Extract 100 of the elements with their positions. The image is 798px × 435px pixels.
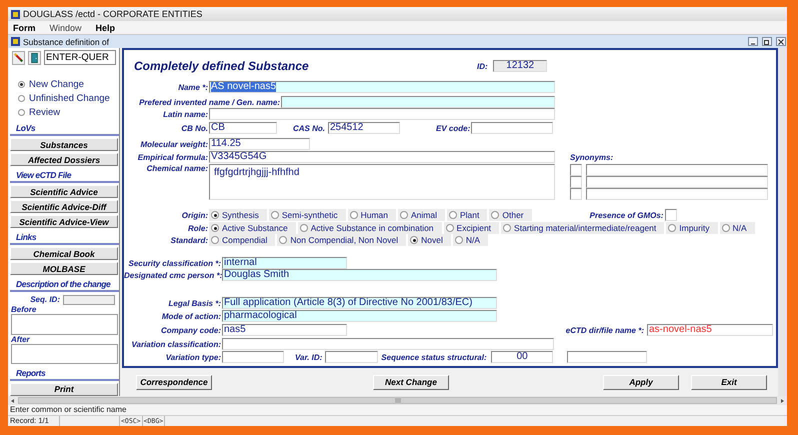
input-field[interactable]: CB [209,122,277,134]
close-icon[interactable] [776,37,786,46]
radio-button[interactable] [18,81,25,88]
option-label[interactable]: Human [360,210,388,220]
option-label[interactable]: Plant [460,210,480,220]
input-field[interactable]: pharmacological [222,310,497,322]
input-field[interactable]: 254512 [328,122,400,134]
radio-button[interactable] [722,224,730,232]
option-label[interactable]: N/A [466,235,480,245]
radio-button[interactable] [300,224,308,232]
form-button[interactable]: Next Change [373,374,449,390]
input-field[interactable] [222,338,554,350]
sidebar-button[interactable]: Scientific Advice-View [10,215,118,228]
field-label: Before [10,305,38,314]
horizontal-scrollbar[interactable] [8,396,787,405]
field-label: Legal Basis *: [168,298,222,308]
menu-item[interactable]: Form [13,22,36,32]
input-field[interactable]: V3345G54G [209,151,555,163]
section-heading: View eCTD File [10,170,119,184]
radio-button[interactable] [491,211,500,219]
option-label[interactable]: New Change [29,79,84,90]
window-title: DOUGLASS /ectd - CORPORATE ENTITIES [23,9,202,19]
input-field[interactable]: 114.25 [209,138,310,150]
input-field[interactable] [586,176,768,188]
radio-button[interactable] [270,211,279,219]
input-field[interactable] [209,108,555,120]
sidebar-button[interactable]: Print [10,382,118,396]
radio-button[interactable] [454,236,463,244]
radio-button[interactable] [211,211,219,219]
input-field[interactable] [281,96,555,108]
radio-button[interactable] [18,109,25,116]
field-label: Variation type: [164,352,222,362]
radio-button[interactable] [400,211,408,219]
option-label[interactable]: Other [502,210,524,220]
input-field[interactable]: 00 [490,351,553,363]
option-label[interactable]: Starting material/intermediate/reagent [514,223,656,233]
input-field[interactable] [586,164,768,176]
menu-item[interactable]: Help [96,22,116,32]
input-field[interactable]: AS novel-nas5 [209,81,555,93]
option-label[interactable]: N/A [732,223,747,233]
pencil-icon[interactable] [12,50,25,64]
checkbox[interactable] [665,209,678,221]
option-label[interactable]: Excipient [456,223,492,233]
text-area[interactable] [11,344,118,364]
input-field[interactable]: internal [222,257,347,269]
grip-icon[interactable] [394,398,400,403]
form-button[interactable]: Apply [603,374,679,390]
option-label[interactable]: Animal [411,210,437,220]
radio-button[interactable] [279,236,288,244]
field-label: Molecular weight: [139,140,209,148]
radio-button[interactable] [211,236,219,244]
radio-button[interactable] [350,211,358,219]
radio-button[interactable] [446,224,454,232]
option-label[interactable]: Novel [421,235,443,245]
right-arrow-icon[interactable] [779,398,785,404]
radio-button[interactable] [211,224,219,232]
checkbox[interactable] [570,176,582,188]
radio-button[interactable] [503,224,512,232]
option-label[interactable]: Active Substance in combination [310,223,434,233]
input-field[interactable]: nas5 [222,324,347,336]
input-field[interactable] [63,294,115,305]
restore-icon[interactable] [762,37,772,46]
option-label[interactable]: Review [29,107,60,118]
radio-button[interactable] [668,224,676,232]
query-field[interactable]: ENTER-QUER [44,50,116,65]
sidebar-button[interactable]: Chemical Book [10,247,118,260]
option-label[interactable]: Synthesis [222,210,259,220]
door-icon[interactable] [28,50,41,64]
form-button[interactable]: Exit [691,374,767,390]
field-label: Mode of action: [160,312,222,320]
sidebar-button[interactable]: MOLBASE [10,262,118,276]
sidebar-button[interactable]: Scientific Advice [10,185,118,198]
option-label[interactable]: Semi-synthetic [282,210,338,220]
input-field[interactable] [222,351,284,363]
input-field[interactable] [471,122,554,134]
input-field[interactable]: ffgfgdrtrjhgjjj-hfhfhd [209,164,555,200]
input-field[interactable] [566,351,647,363]
input-field[interactable]: Douglas Smith [222,269,497,281]
minimize-icon[interactable] [748,37,758,46]
radio-button[interactable] [410,236,418,244]
input-field[interactable]: as-novel-nas5 [647,324,773,336]
sidebar-button[interactable]: Substances [10,138,118,152]
input-field[interactable] [325,351,378,363]
radio-button[interactable] [18,95,25,102]
left-arrow-icon[interactable] [10,398,16,404]
radio-button[interactable] [449,211,457,219]
option-label[interactable]: Active Substance [222,223,288,233]
input-field[interactable] [586,188,768,200]
sidebar-button[interactable]: Affected Dossiers [10,153,118,166]
option-label[interactable]: Impurity [679,223,710,233]
checkbox[interactable] [570,188,582,200]
input-field[interactable]: Full application (Article 8(3) of Directive No 2001/83/EC) [222,297,497,309]
option-label[interactable]: Non Compendial, Non Novel [290,235,398,245]
input-field[interactable]: 12132 [492,60,547,72]
option-label[interactable]: Unfinished Change [29,93,110,104]
sidebar-button[interactable]: Scientific Advice-Diff [10,200,118,214]
checkbox[interactable] [570,164,582,176]
form-button[interactable]: Correspondence [136,374,212,390]
text-area[interactable] [11,314,118,335]
option-label[interactable]: Compendial [222,235,268,245]
